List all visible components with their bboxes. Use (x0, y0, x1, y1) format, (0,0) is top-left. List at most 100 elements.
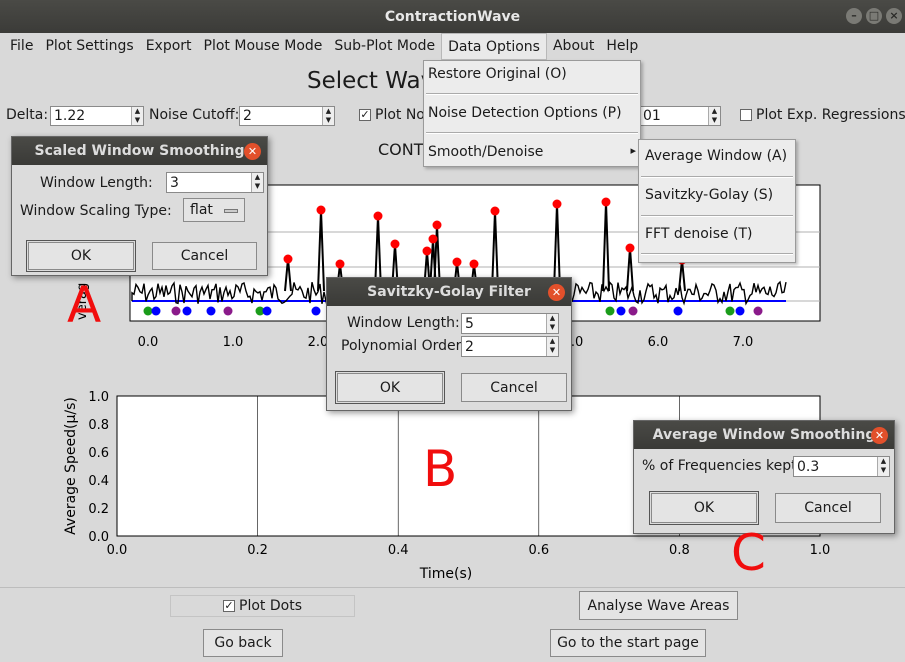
menu-separator (641, 215, 793, 217)
mid-dot (206, 306, 216, 316)
speed-chart-yticks: 0.0 0.2 0.4 0.6 0.8 1.0 (88, 390, 109, 545)
speed-chart-ylabel: Average Speed(µ/s) (63, 397, 79, 535)
mid-dot (262, 306, 272, 316)
menu-export[interactable]: Export (140, 33, 198, 60)
analyse-wave-areas-button[interactable]: Analyse Wave Areas (579, 591, 738, 620)
polynomial-order-input[interactable]: 2 ▲ ▼ (461, 336, 559, 357)
go-to-start-page-button[interactable]: Go to the start page (550, 629, 706, 657)
plot-exp-regressions-checkbox[interactable]: Plot Exp. Regressions (740, 107, 905, 123)
window-scaling-label: Window Scaling Type: (20, 203, 172, 219)
ok-button[interactable]: OK (649, 491, 759, 525)
menu-plot-settings[interactable]: Plot Settings (39, 33, 139, 60)
cancel-button[interactable]: Cancel (152, 242, 257, 270)
menu-fft-denoise[interactable]: FFT denoise (T) (645, 226, 753, 242)
speed-chart-ytick-label: 0.8 (88, 418, 109, 433)
peak-dot (422, 246, 432, 256)
menu-plot-mouse-mode[interactable]: Plot Mouse Mode (198, 33, 329, 60)
smooth-denoise-submenu: Average Window (A) Savitzky-Golay (S) FF… (638, 139, 796, 263)
menu-noise-detection-options[interactable]: Noise Detection Options (P) (428, 105, 622, 121)
window-length-value: 3 (170, 174, 179, 191)
window-length-label: Window Length: (347, 315, 460, 331)
dialog-close-icon[interactable]: ✕ (244, 143, 261, 160)
ok-button[interactable]: OK (26, 240, 136, 272)
ok-button[interactable]: OK (335, 371, 445, 404)
partial-input[interactable]: 01 ▲ ▼ (639, 106, 721, 126)
delta-input[interactable]: 1.22 ▲ ▼ (50, 106, 144, 126)
data-options-menu: Restore Original (O) Noise Detection Opt… (423, 60, 641, 167)
peak-dot (432, 220, 442, 230)
window-scaling-value: flat (190, 202, 213, 218)
window-length-spinner[interactable]: ▲ ▼ (546, 314, 558, 333)
annotation-b: B (423, 440, 458, 498)
peak-dot (625, 243, 635, 253)
close-button[interactable]: × (886, 8, 902, 24)
checkbox-checked-icon[interactable]: ✓ (359, 109, 371, 121)
menu-sub-plot-mode[interactable]: Sub-Plot Mode (328, 33, 441, 60)
average-window-smoothing-dialog: Average Window Smoothing ✕ % of Frequenc… (633, 420, 895, 534)
dialog-titlebar: Savitzky-Golay Filter ✕ (327, 278, 571, 306)
dialog-close-icon[interactable]: ✕ (871, 427, 888, 444)
window-titlebar: ContractionWave – □ × (0, 0, 905, 33)
end-dot (628, 306, 638, 316)
menu-data-options[interactable]: Data Options (441, 33, 547, 60)
noise-cutoff-spinner[interactable]: ▲ ▼ (322, 107, 334, 125)
plot-noise-label: Plot No (375, 107, 425, 123)
cancel-button[interactable]: Cancel (461, 373, 567, 402)
delta-value: 1.22 (54, 108, 86, 124)
window-length-input[interactable]: 5 ▲ ▼ (461, 313, 559, 334)
window-length-label: Window Length: (40, 175, 153, 191)
polynomial-order-value: 2 (465, 338, 474, 355)
dialog-title: Savitzky-Golay Filter (367, 284, 531, 300)
peak-dot (316, 205, 326, 215)
menu-separator (426, 132, 638, 134)
menu-average-window[interactable]: Average Window (A) (645, 148, 787, 164)
menu-savitzky-golay[interactable]: Savitzky-Golay (S) (645, 187, 773, 203)
speed-chart-xlabel: Time(s) (419, 566, 472, 582)
window-length-value: 5 (465, 315, 474, 332)
checkbox-unchecked-icon[interactable] (740, 109, 752, 121)
peak-dot (373, 211, 383, 221)
delta-spinner[interactable]: ▲ ▼ (131, 107, 143, 125)
plot-noise-checkbox[interactable]: ✓ Plot No (359, 107, 425, 123)
window-length-input[interactable]: 3 ▲ ▼ (166, 172, 264, 193)
mid-dot (151, 306, 161, 316)
divider (0, 587, 905, 588)
frequencies-kept-input[interactable]: 0.3 ▲ ▼ (793, 456, 890, 477)
polynomial-order-spinner[interactable]: ▲ ▼ (546, 337, 558, 356)
checkbox-checked-icon[interactable]: ✓ (223, 600, 236, 612)
plot-dots-label: Plot Dots (239, 598, 302, 614)
menu-smooth-denoise[interactable]: Smooth/Denoise (428, 144, 543, 160)
window-scaling-select[interactable]: flat (183, 198, 245, 222)
end-dot (171, 306, 181, 316)
polynomial-order-label: Polynomial Order: (341, 338, 466, 354)
frequencies-kept-spinner[interactable]: ▲ ▼ (877, 457, 889, 476)
dialog-title: Average Window Smoothing (652, 427, 876, 443)
speed-chart-xtick-label: 1.0 (810, 543, 831, 558)
go-back-button[interactable]: Go back (203, 629, 283, 657)
end-dot (753, 306, 763, 316)
partial-spinner[interactable]: ▲ ▼ (708, 107, 720, 125)
noise-cutoff-input[interactable]: 2 ▲ ▼ (239, 106, 335, 126)
cancel-button[interactable]: Cancel (775, 493, 881, 523)
annotation-a: A (67, 276, 102, 334)
window-length-spinner[interactable]: ▲ ▼ (251, 173, 263, 192)
plot-dots-checkbox[interactable]: ✓ Plot Dots (170, 595, 355, 617)
menu-file[interactable]: File (4, 33, 39, 60)
menu-restore-original[interactable]: Restore Original (O) (428, 66, 567, 82)
speed-chart-ytick-label: 0.0 (88, 530, 109, 545)
mid-dot (311, 306, 321, 316)
dialog-close-icon[interactable]: ✕ (548, 284, 565, 301)
menu-about[interactable]: About (547, 33, 600, 60)
peak-dot (552, 199, 562, 209)
top-chart-title: CONT (378, 140, 424, 159)
menubar: File Plot Settings Export Plot Mouse Mod… (0, 33, 905, 60)
partial-value: 01 (643, 108, 661, 124)
mid-dot (735, 306, 745, 316)
speed-chart-ytick-label: 0.4 (88, 474, 109, 489)
peak-dot (283, 254, 293, 264)
menu-help[interactable]: Help (600, 33, 644, 60)
top-chart-xtick-label: 1.0 (223, 335, 244, 350)
menu-separator (641, 253, 793, 255)
minimize-button[interactable]: – (846, 8, 862, 24)
maximize-button[interactable]: □ (866, 8, 882, 24)
